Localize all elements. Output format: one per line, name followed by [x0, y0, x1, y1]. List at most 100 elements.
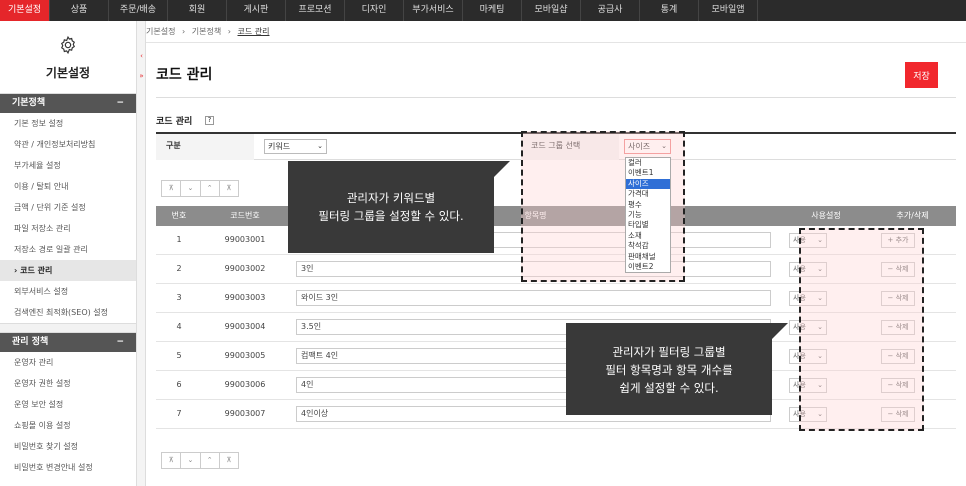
collapse-icon[interactable]: − — [116, 333, 124, 352]
row-code: 99003004 — [224, 322, 266, 331]
row-code: 99003005 — [224, 351, 266, 360]
sidebar-divider — [0, 323, 136, 333]
row-code: 99003003 — [224, 293, 266, 302]
top-navigation: 기본설정 상품 주문/배송 회원 게시판 프로모션 디자인 부가서비스 마케팅 … — [0, 0, 966, 21]
row-number: 2 — [176, 264, 182, 273]
callout-pointer — [772, 323, 788, 339]
callout-line: 쉽게 설정할 수 있다. — [619, 381, 719, 395]
sidebar-item-seo[interactable]: 검색엔진 최적화(SEO) 설정 — [0, 302, 136, 323]
callout-keyword-filter: 관리자가 키워드별 필터링 그룹을 설정할 수 있다. — [288, 161, 510, 253]
gear-icon — [61, 35, 75, 55]
help-icon[interactable]: ? — [205, 116, 214, 125]
sidebar-item-operators[interactable]: 운영자 관리 — [0, 352, 136, 373]
move-down-icon[interactable]: ⌄ — [181, 181, 201, 196]
row-code: 99003006 — [224, 380, 266, 389]
row-move-toolbar-top: ⊼ ⌄ ⌃ ⊼ — [161, 180, 239, 197]
move-up-icon[interactable]: ⌃ — [201, 453, 220, 468]
col-action: 추가/삭제 — [896, 211, 929, 220]
breadcrumb-item[interactable]: 기본설정 — [146, 27, 175, 36]
nav-orders[interactable]: 주문/배송 — [109, 0, 168, 21]
move-bottom-icon[interactable]: ⊼ — [220, 453, 238, 468]
row-code: 99003007 — [224, 409, 266, 418]
nav-statistics[interactable]: 통계 — [640, 0, 699, 21]
row-code: 99003001 — [224, 235, 266, 244]
category-select-value: 키워드 — [268, 142, 291, 151]
sidebar-item-external-services[interactable]: 외부서비스 설정 — [0, 281, 136, 302]
callout-line: 필터링 그룹을 설정할 수 있다. — [318, 209, 464, 223]
section-label: 기본정책 — [12, 98, 46, 108]
annotation-box-group-select — [521, 131, 685, 282]
annotation-box-use-settings — [799, 228, 924, 431]
collapse-icon[interactable]: − — [116, 94, 124, 113]
section-label: 관리 정책 — [12, 337, 49, 347]
breadcrumb-separator: › — [182, 27, 186, 36]
chevron-double-icon[interactable]: » — [138, 71, 145, 81]
sidebar-item-usage-guide[interactable]: 이용 / 탈퇴 안내 — [0, 176, 136, 197]
item-name-input[interactable]: 와이드 3인 — [296, 290, 771, 306]
row-number: 5 — [176, 351, 182, 360]
divider — [156, 97, 956, 98]
sidebar-collapse-strip[interactable]: ‹ » — [137, 21, 146, 486]
nav-supplier[interactable]: 공급사 — [581, 0, 640, 21]
sidebar-title: 기본설정 — [45, 66, 91, 80]
row-name-cell: 와이드 3인 — [288, 284, 783, 312]
sidebar-item-vat[interactable]: 부가세율 설정 — [0, 155, 136, 176]
callout-pointer — [494, 161, 510, 177]
move-bottom-icon[interactable]: ⊼ — [220, 181, 238, 196]
breadcrumb-current[interactable]: 코드 관리 — [238, 27, 270, 36]
page-title: 코드 관리 — [156, 67, 213, 83]
nav-mobile-shop[interactable]: 모바일샵 — [522, 0, 581, 21]
nav-members[interactable]: 회원 — [168, 0, 227, 21]
breadcrumb: 기본설정 › 기본정책 › 코드 관리 — [146, 21, 966, 43]
sidebar-item-password-change[interactable]: 비밀번호 변경안내 설정 — [0, 457, 136, 478]
sidebar-item-operator-permissions[interactable]: 운영자 권한 설정 — [0, 373, 136, 394]
nav-design[interactable]: 디자인 — [345, 0, 404, 21]
row-number: 7 — [176, 409, 182, 418]
sidebar-item-security[interactable]: 운영 보안 설정 — [0, 394, 136, 415]
row-move-toolbar-bottom: ⊼ ⌄ ⌃ ⊼ — [161, 452, 239, 469]
sidebar: 기본설정 기본정책 − 기본 정보 설정 약관 / 개인정보처리방침 부가세율 … — [0, 21, 137, 486]
chevron-down-icon: ⌄ — [317, 142, 323, 150]
sidebar-brand: 기본설정 — [0, 21, 136, 94]
col-use: 사용설정 — [811, 211, 841, 220]
row-number: 1 — [176, 235, 182, 244]
sidebar-section-admin-policy[interactable]: 관리 정책 − — [0, 333, 136, 352]
nav-promotion[interactable]: 프로모션 — [286, 0, 345, 21]
move-up-icon[interactable]: ⌃ — [201, 181, 220, 196]
row-number: 6 — [176, 380, 182, 389]
breadcrumb-item[interactable]: 기본정책 — [192, 27, 221, 36]
nav-basic-settings[interactable]: 기본설정 — [0, 0, 50, 21]
row-code: 99003002 — [224, 264, 266, 273]
callout-line: 관리자가 필터링 그룹별 — [612, 345, 726, 359]
nav-board[interactable]: 게시판 — [227, 0, 286, 21]
callout-line: 필터 항목명과 항목 개수를 — [605, 363, 733, 377]
callout-filter-items: 관리자가 필터링 그룹별 필터 항목명과 항목 개수를 쉽게 설정할 수 있다. — [566, 323, 788, 415]
sidebar-item-shop-usage[interactable]: 쇼핑몰 이용 설정 — [0, 415, 136, 436]
row-number: 4 — [176, 322, 182, 331]
move-down-icon[interactable]: ⌄ — [181, 453, 201, 468]
nav-mobile-app[interactable]: 모바일앱 — [699, 0, 758, 21]
col-no: 번호 — [171, 211, 187, 220]
save-button[interactable]: 저장 — [905, 62, 938, 88]
sidebar-section-basic-policy[interactable]: 기본정책 − — [0, 94, 136, 113]
sidebar-item-code-management[interactable]: › 코드 관리 — [0, 260, 136, 281]
sidebar-item-basic-info[interactable]: 기본 정보 설정 — [0, 113, 136, 134]
move-top-icon[interactable]: ⊼ — [162, 181, 182, 196]
sidebar-item-storage-path[interactable]: 저장소 경로 일괄 관리 — [0, 239, 136, 260]
nav-addon-services[interactable]: 부가서비스 — [404, 0, 463, 21]
breadcrumb-separator: › — [227, 27, 231, 36]
row-number: 3 — [176, 293, 182, 302]
move-top-icon[interactable]: ⊼ — [162, 453, 182, 468]
sidebar-item-file-storage[interactable]: 파일 저장소 관리 — [0, 218, 136, 239]
chevron-left-icon[interactable]: ‹ — [138, 51, 145, 61]
sidebar-item-password-find[interactable]: 비밀번호 찾기 설정 — [0, 436, 136, 457]
callout-line: 관리자가 키워드별 — [346, 191, 436, 205]
col-code: 코드번호 — [230, 211, 260, 220]
section-title: 코드 관리 — [156, 117, 193, 127]
nav-products[interactable]: 상품 — [50, 0, 109, 21]
nav-marketing[interactable]: 마케팅 — [463, 0, 522, 21]
category-select[interactable]: 키워드 ⌄ — [264, 139, 327, 154]
sidebar-item-currency[interactable]: 금액 / 단위 기준 설정 — [0, 197, 136, 218]
sidebar-item-terms[interactable]: 약관 / 개인정보처리방침 — [0, 134, 136, 155]
category-label: 구분 — [156, 134, 254, 160]
